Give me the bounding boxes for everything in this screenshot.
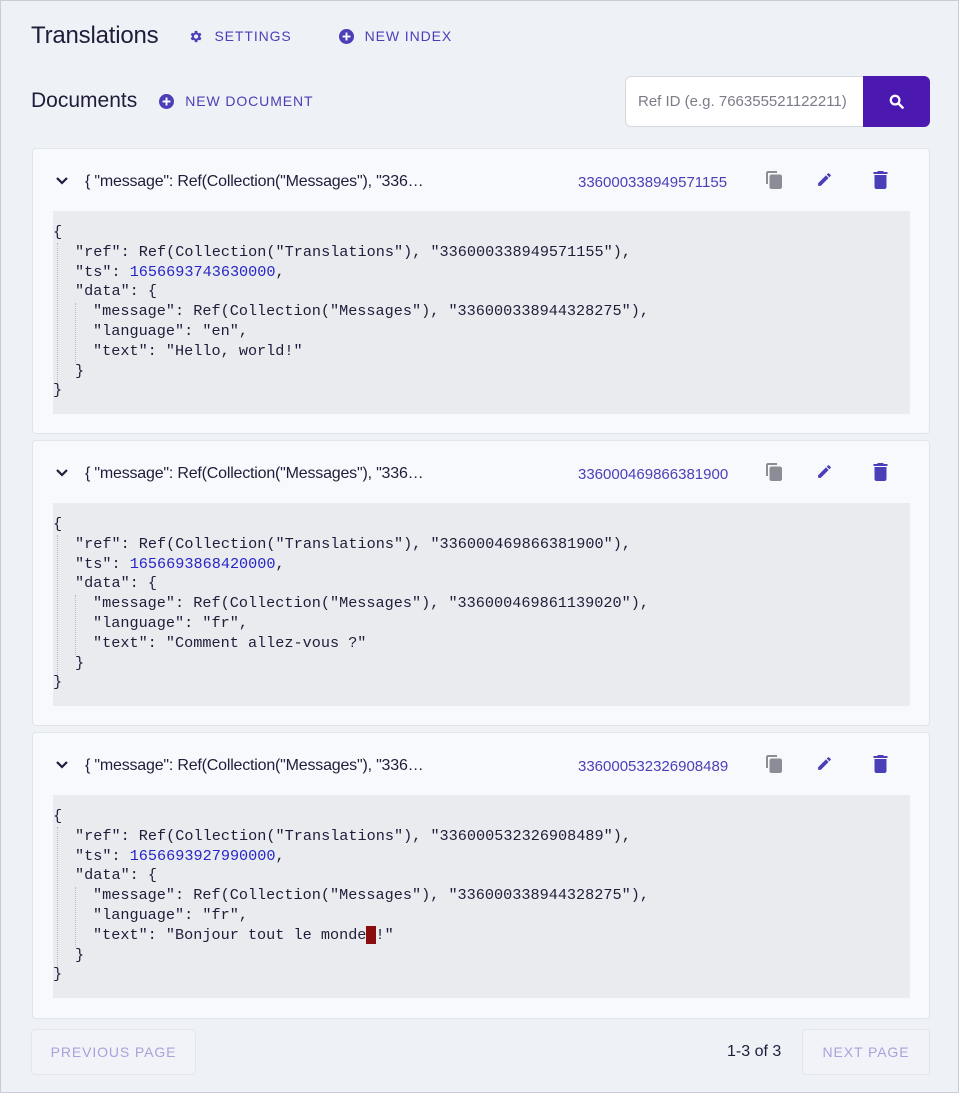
code-line: { xyxy=(53,223,63,241)
code-line: } xyxy=(53,381,63,400)
code-line: "language": "fr", xyxy=(93,613,248,632)
edit-icon[interactable] xyxy=(816,171,833,188)
copy-icon[interactable] xyxy=(766,171,782,189)
timestamp-value: 1656693868420000 xyxy=(129,554,276,573)
code-line: "message": Ref(Collection("Messages"), "… xyxy=(93,886,649,905)
previous-page-button[interactable]: PREVIOUS PAGE xyxy=(31,1029,196,1075)
settings-link[interactable]: SETTINGS xyxy=(188,28,291,44)
code-key: "ts": xyxy=(75,554,130,573)
settings-label: SETTINGS xyxy=(214,28,292,44)
code-key: "ts": xyxy=(75,262,130,281)
code-line: "text": "Hello, world!" xyxy=(93,341,303,360)
document-json[interactable]: { "ref": Ref(Collection("Translations"),… xyxy=(53,503,910,706)
code-line: "data": { xyxy=(75,282,158,301)
code-line: } xyxy=(75,945,85,964)
edit-icon[interactable] xyxy=(816,463,833,480)
new-index-link[interactable]: NEW INDEX xyxy=(338,28,453,44)
code-line: "ref": Ref(Collection("Translations"), "… xyxy=(75,826,631,845)
document-header: { "message": Ref(Collection("Messages"),… xyxy=(33,149,929,209)
code-line: "data": { xyxy=(75,866,158,885)
top-header: Translations SETTINGS NEW INDEX xyxy=(31,19,499,53)
code-line: { xyxy=(53,807,63,825)
code-line: } xyxy=(75,653,85,672)
document-card: { "message": Ref(Collection("Messages"),… xyxy=(32,440,930,726)
code-line: "message": Ref(Collection("Messages"), "… xyxy=(93,302,649,321)
page-count: 1-3 of 3 xyxy=(727,1043,782,1060)
trash-icon[interactable] xyxy=(873,171,888,189)
code-line: "ts": 1656693868420000, xyxy=(75,554,285,573)
text-cursor xyxy=(366,925,376,944)
edit-icon[interactable] xyxy=(816,755,833,772)
code-line: { xyxy=(53,515,63,533)
document-header: { "message": Ref(Collection("Messages"),… xyxy=(33,441,929,501)
section-title: Documents xyxy=(31,89,138,112)
documents-header: Documents NEW DOCUMENT xyxy=(31,89,360,113)
new-document-link[interactable]: NEW DOCUMENT xyxy=(159,93,313,109)
gear-icon xyxy=(191,30,202,42)
document-preview[interactable]: { "message": Ref(Collection("Messages"),… xyxy=(85,757,424,775)
code-text: !" xyxy=(375,925,394,944)
code-line: "data": { xyxy=(75,574,158,593)
search-button[interactable] xyxy=(863,76,930,127)
chevron-down-icon[interactable] xyxy=(55,760,69,769)
code-line: } xyxy=(75,361,85,380)
code-key: "ts": xyxy=(75,846,130,865)
code-line: "ts": 1656693743630000, xyxy=(75,262,285,281)
code-line: "text": "Comment allez-vous ?" xyxy=(93,633,367,652)
ref-id-input[interactable] xyxy=(625,76,863,127)
document-card: { "message": Ref(Collection("Messages"),… xyxy=(32,148,930,434)
document-json[interactable]: { "ref": Ref(Collection("Translations"),… xyxy=(53,211,910,414)
trash-icon[interactable] xyxy=(873,755,888,773)
document-card: { "message": Ref(Collection("Messages"),… xyxy=(32,732,930,1019)
document-ref-link[interactable]: 336000469866381900 xyxy=(578,466,728,483)
document-preview[interactable]: { "message": Ref(Collection("Messages"),… xyxy=(85,465,424,483)
document-ref-link[interactable]: 336000532326908489 xyxy=(578,758,728,775)
code-text: "text": "Bonjour tout le monde xyxy=(93,925,367,944)
next-page-button[interactable]: NEXT PAGE xyxy=(802,1029,930,1075)
code-line: } xyxy=(53,965,63,984)
timestamp-value: 1656693743630000 xyxy=(129,262,276,281)
code-line: "ref": Ref(Collection("Translations"), "… xyxy=(75,242,631,261)
document-ref-link[interactable]: 336000338949571155 xyxy=(578,174,727,191)
document-preview[interactable]: { "message": Ref(Collection("Messages"),… xyxy=(85,173,424,191)
code-line: "message": Ref(Collection("Messages"), "… xyxy=(93,594,649,613)
page-title: Translations xyxy=(31,22,159,49)
new-index-label: NEW INDEX xyxy=(364,28,453,44)
copy-icon[interactable] xyxy=(766,463,782,481)
code-line: } xyxy=(53,673,63,692)
code-line: "language": "en", xyxy=(93,321,248,340)
trash-icon[interactable] xyxy=(873,463,888,481)
document-json[interactable]: { "ref": Ref(Collection("Translations"),… xyxy=(53,795,910,998)
code-line: "text": "Bonjour tout le monde !" xyxy=(53,925,910,946)
code-line: "language": "fr", xyxy=(93,905,248,924)
plus-circle-icon xyxy=(159,93,175,109)
new-document-label: NEW DOCUMENT xyxy=(185,93,314,109)
copy-icon[interactable] xyxy=(766,755,782,773)
chevron-down-icon[interactable] xyxy=(55,176,69,185)
chevron-down-icon[interactable] xyxy=(55,468,69,477)
code-line: "ref": Ref(Collection("Translations"), "… xyxy=(75,534,631,553)
search-icon xyxy=(889,94,904,109)
document-header: { "message": Ref(Collection("Messages"),… xyxy=(33,733,929,793)
code-line: "ts": 1656693927990000, xyxy=(75,846,285,865)
ref-search xyxy=(625,76,930,127)
plus-circle-icon xyxy=(338,28,354,44)
timestamp-value: 1656693927990000 xyxy=(129,846,276,865)
